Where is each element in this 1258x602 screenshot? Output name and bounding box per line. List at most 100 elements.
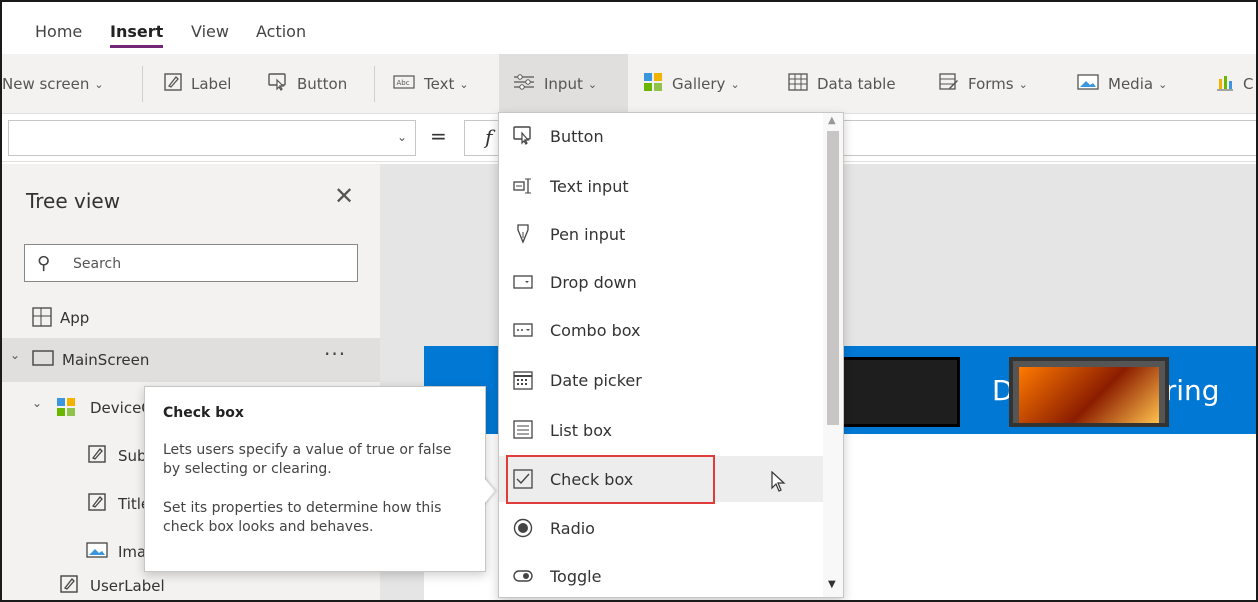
media-menu-button[interactable]: Media ⌄ <box>1077 54 1167 114</box>
scrollbar-thumb[interactable] <box>827 131 839 425</box>
scroll-down-arrow-icon[interactable]: ▼ <box>828 579 836 590</box>
menu-item-label: Combo box <box>550 321 641 340</box>
chevron-down-icon: ⌄ <box>587 77 598 91</box>
chevron-down-icon: ⌄ <box>94 77 104 91</box>
chevron-down-icon: ⌄ <box>459 77 469 91</box>
tree-item-label: Sub <box>118 447 147 465</box>
function-icon: f <box>485 125 493 149</box>
insert-toolbar: New screen ⌄ Label Button Abc Text ⌄ Inp… <box>2 54 1256 114</box>
tree-item-label: MainScreen <box>62 351 150 369</box>
button-icon <box>268 73 288 95</box>
toggle-icon <box>513 566 533 586</box>
chevron-down-icon: ⌄ <box>396 130 407 144</box>
chart-icon <box>1216 73 1234 95</box>
menu-item-label: Radio <box>550 519 595 538</box>
menu-item-label: Button <box>550 127 604 146</box>
chevron-down-icon: ⌄ <box>32 396 43 410</box>
menu-item-list-box[interactable]: List box <box>499 407 823 453</box>
forms-menu-button[interactable]: Forms ⌄ <box>939 54 1028 114</box>
scroll-up-arrow-icon[interactable]: ▲ <box>828 115 836 126</box>
tree-item-label: App <box>60 309 90 327</box>
menu-item-date-picker[interactable]: Date picker <box>499 357 823 403</box>
dropdown-scrollbar[interactable]: ▲ ▼ <box>823 113 843 597</box>
toolbar-divider <box>142 66 143 102</box>
property-dropdown[interactable]: ⌄ <box>8 120 416 156</box>
close-icon[interactable]: ✕ <box>334 182 354 210</box>
tooltip-arrow <box>483 477 495 505</box>
menu-item-combo-box[interactable]: Combo box <box>499 307 823 353</box>
app-window: Home Insert View Action New screen ⌄ Lab… <box>0 0 1258 602</box>
text-menu-button[interactable]: Abc Text ⌄ <box>393 54 469 114</box>
text-icon: Abc <box>393 75 415 93</box>
menu-item-toggle[interactable]: Toggle <box>499 553 823 599</box>
chevron-down-icon: ⌄ <box>730 77 740 91</box>
label-icon <box>88 493 106 515</box>
charts-menu-label: C <box>1243 75 1254 93</box>
new-screen-button[interactable]: New screen ⌄ <box>2 54 104 114</box>
screen-icon <box>32 349 54 371</box>
search-icon: ⚲ <box>37 253 51 274</box>
gallery-menu-button[interactable]: Gallery ⌄ <box>643 54 740 114</box>
button-button-label: Button <box>297 75 348 93</box>
button-button[interactable]: Button <box>268 54 347 114</box>
search-placeholder: Search <box>73 256 122 272</box>
search-input[interactable]: ⚲ Search <box>24 244 358 282</box>
data-table-label: Data table <box>817 75 896 93</box>
toolbar-divider <box>374 66 375 102</box>
text-input-icon <box>513 176 533 196</box>
list-box-icon <box>513 420 533 440</box>
tab-view[interactable]: View <box>191 22 229 41</box>
label-icon <box>60 575 78 597</box>
tooltip-hint: Set its properties to determine how this… <box>163 500 442 535</box>
menu-item-label: Drop down <box>550 273 637 292</box>
ribbon-tabs: Home Insert View Action <box>2 2 1256 52</box>
media-image-icon <box>1077 73 1099 95</box>
svg-text:Abc: Abc <box>397 79 410 87</box>
charts-menu-button[interactable]: C <box>1216 54 1253 114</box>
menu-item-pen-input[interactable]: Pen input <box>499 211 823 257</box>
gallery-menu-label: Gallery <box>672 75 726 93</box>
new-screen-label: New screen <box>2 75 90 93</box>
menu-item-label: Text input <box>550 177 629 196</box>
chevron-down-icon: ⌄ <box>10 348 21 362</box>
forms-menu-label: Forms <box>968 75 1014 93</box>
menu-item-drop-down[interactable]: Drop down <box>499 259 823 305</box>
tab-home[interactable]: Home <box>35 22 82 41</box>
calendar-icon <box>513 370 533 390</box>
tree-item-mainscreen[interactable]: ⌄ MainScreen ··· <box>2 338 380 382</box>
menu-item-label: List box <box>550 421 612 440</box>
input-menu-label: Input <box>544 75 583 93</box>
data-table-button[interactable]: Data table <box>788 54 896 114</box>
input-dropdown-menu: Button Text input Pen input Drop down Co <box>498 112 844 598</box>
input-menu-button[interactable]: Input ⌄ <box>499 54 628 114</box>
more-options-icon[interactable]: ··· <box>324 342 346 366</box>
label-button[interactable]: Label <box>164 54 231 114</box>
menu-item-text-input[interactable]: Text input <box>499 163 823 209</box>
selection-highlight <box>506 455 715 504</box>
menu-item-label: Pen input <box>550 225 626 244</box>
device-screen <box>1019 367 1159 423</box>
data-table-icon <box>788 73 808 95</box>
gallery-icon <box>56 397 76 421</box>
device-image-tablet <box>1009 357 1169 427</box>
tab-insert[interactable]: Insert <box>110 22 164 48</box>
menu-item-label: Toggle <box>550 567 602 586</box>
label-icon <box>164 73 182 95</box>
tree-view-title: Tree view <box>26 189 121 213</box>
dropdown-icon <box>513 272 533 292</box>
equals-sign: = <box>430 124 447 148</box>
label-button-label: Label <box>191 75 232 93</box>
tree-item-app[interactable]: App <box>2 296 380 340</box>
forms-icon <box>939 73 959 95</box>
tab-action[interactable]: Action <box>256 22 306 41</box>
radio-icon <box>513 518 533 538</box>
menu-item-radio[interactable]: Radio <box>499 505 823 551</box>
button-icon <box>513 126 533 146</box>
menu-item-label: Date picker <box>550 371 642 390</box>
menu-item-button[interactable]: Button <box>499 113 823 159</box>
label-icon <box>88 445 106 467</box>
image-icon <box>86 541 108 563</box>
chevron-down-icon: ⌄ <box>1018 77 1028 91</box>
combo-box-icon <box>513 320 533 340</box>
app-icon <box>32 307 52 331</box>
